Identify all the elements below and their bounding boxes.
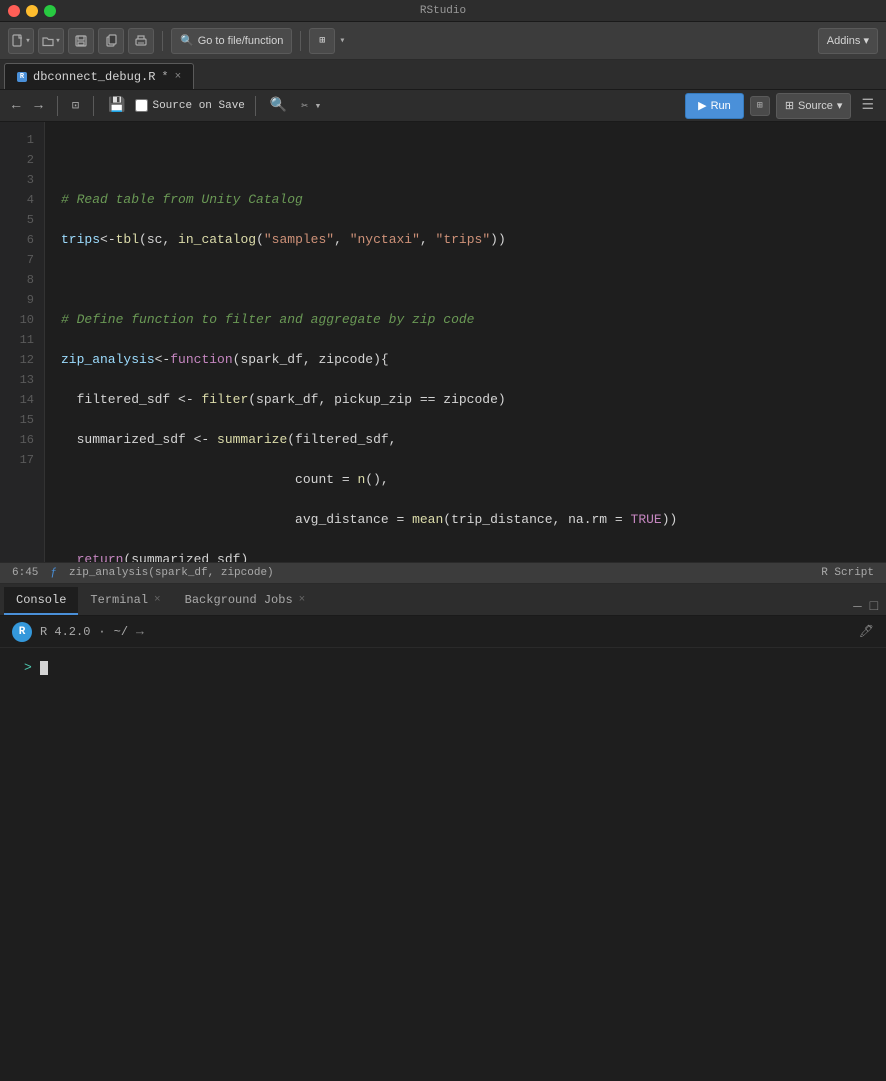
titlebar: RStudio bbox=[0, 0, 886, 22]
print-button[interactable] bbox=[128, 28, 154, 54]
go-to-file-icon: 🔍 bbox=[180, 34, 194, 47]
working-dir-arrow[interactable]: → bbox=[136, 624, 144, 639]
source-on-save-checkbox[interactable] bbox=[135, 99, 148, 112]
code-line-9: count = n(), bbox=[61, 470, 870, 490]
cursor-position: 6:45 bbox=[12, 567, 38, 579]
code-line-5: # Define function to filter and aggregat… bbox=[61, 310, 870, 330]
editor-area: 1 2 3 4 5 6 7 8 9 10 11 12 13 14 15 16 1… bbox=[0, 122, 886, 562]
console-maximize-button[interactable]: □ bbox=[870, 599, 878, 615]
file-tab-dbconnect[interactable]: R dbconnect_debug.R * × bbox=[4, 63, 194, 89]
new-file-button[interactable]: ▾ bbox=[8, 28, 34, 54]
close-button[interactable] bbox=[8, 5, 20, 17]
version-separator: · bbox=[98, 625, 105, 639]
run-button[interactable]: ▶ Run bbox=[685, 93, 744, 119]
code-line-3: trips <- tbl(sc, in_catalog("samples", "… bbox=[61, 230, 870, 250]
separator-2 bbox=[300, 31, 301, 51]
layout-button[interactable]: ⊞ bbox=[309, 28, 335, 54]
function-indicator: ƒ bbox=[50, 567, 57, 579]
console-tabs-left: Console Terminal × Background Jobs × bbox=[4, 587, 317, 615]
console-panel: Console Terminal × Background Jobs × — □… bbox=[0, 584, 886, 1081]
code-line-11: return(summarized_sdf) bbox=[61, 550, 870, 562]
status-bar: 6:45 ƒ zip_analysis(spark_df, zipcode) R… bbox=[0, 562, 886, 584]
console-tab-terminal[interactable]: Terminal × bbox=[78, 587, 172, 615]
file-tab-name: dbconnect_debug.R bbox=[33, 70, 155, 84]
back-button[interactable]: ← bbox=[8, 96, 24, 116]
copy-button[interactable] bbox=[98, 28, 124, 54]
r-version: R 4.2.0 bbox=[40, 625, 90, 639]
go-to-file-button[interactable]: 🔍 Go to file/function bbox=[171, 28, 292, 54]
code-line-4 bbox=[61, 270, 870, 290]
code-editor[interactable]: # Read table from Unity Catalog trips <-… bbox=[45, 122, 886, 562]
console-minimize-button[interactable]: — bbox=[853, 599, 861, 615]
editor-secondary-toolbar: ← → ⊡ 💾 Source on Save 🔍 ✂ ▾ ▶ Run ⊞ ⊞ S… bbox=[0, 90, 886, 122]
working-dir: ~/ bbox=[114, 625, 128, 639]
r-logo: R bbox=[12, 622, 32, 642]
bg-jobs-tab-close[interactable]: × bbox=[299, 594, 306, 606]
line-numbers: 1 2 3 4 5 6 7 8 9 10 11 12 13 14 15 16 1… bbox=[0, 122, 45, 562]
addins-button[interactable]: Addins ▾ bbox=[818, 28, 878, 54]
code-line-2: # Read table from Unity Catalog bbox=[61, 190, 870, 210]
source-on-save-label[interactable]: Source on Save bbox=[135, 99, 244, 112]
source-button[interactable]: ⊞ Source ▾ bbox=[776, 93, 852, 119]
console-tab-background-jobs[interactable]: Background Jobs × bbox=[173, 587, 318, 615]
console-tab-console[interactable]: Console bbox=[4, 587, 78, 615]
forward-button[interactable]: → bbox=[30, 96, 46, 116]
console-header: R R 4.2.0 · ~/ → 🖊 bbox=[0, 616, 886, 648]
code-line-10: avg_distance = mean(trip_distance, na.rm… bbox=[61, 510, 870, 530]
separator-1 bbox=[162, 31, 163, 51]
terminal-tab-close[interactable]: × bbox=[154, 594, 161, 606]
main-toolbar: ▾ ▾ 🔍 Go to file/function ⊞ ▾ A bbox=[0, 22, 886, 60]
file-tab-close-button[interactable]: × bbox=[175, 71, 182, 83]
code-line-7: filtered_sdf <- filter(spark_df, pickup_… bbox=[61, 390, 870, 410]
maximize-button[interactable] bbox=[44, 5, 56, 17]
code-line-1 bbox=[61, 150, 870, 170]
separator-5 bbox=[255, 96, 256, 116]
find-button[interactable]: 🔍 bbox=[266, 95, 291, 116]
window-controls[interactable] bbox=[8, 5, 56, 17]
open-file-button[interactable]: ▾ bbox=[38, 28, 64, 54]
console-content[interactable]: > bbox=[0, 648, 886, 1081]
run-arrow-button[interactable]: ⊞ bbox=[750, 96, 770, 116]
save-button[interactable] bbox=[68, 28, 94, 54]
current-function: zip_analysis(spark_df, zipcode) bbox=[69, 567, 274, 579]
show-in-files-button[interactable]: ⊡ bbox=[68, 96, 83, 115]
prompt-symbol: > bbox=[24, 660, 32, 675]
console-prompt-line: > bbox=[12, 656, 874, 679]
console-tabs-right: — □ bbox=[845, 599, 886, 615]
editor-save-button[interactable]: 💾 bbox=[104, 95, 129, 116]
file-tabs: R dbconnect_debug.R * × bbox=[0, 60, 886, 90]
console-tabs: Console Terminal × Background Jobs × — □ bbox=[0, 584, 886, 616]
cursor bbox=[40, 661, 48, 675]
code-line-8: summarized_sdf <- summarize(filtered_sdf… bbox=[61, 430, 870, 450]
code-line-6: zip_analysis <- function(spark_df, zipco… bbox=[61, 350, 870, 370]
app-title: RStudio bbox=[420, 5, 466, 17]
separator-4 bbox=[93, 96, 94, 116]
code-tools-button[interactable]: ✂ ▾ bbox=[297, 97, 325, 115]
console-clear-button[interactable]: 🖊 bbox=[859, 624, 874, 639]
options-button[interactable]: ☰ bbox=[857, 95, 878, 116]
minimize-button[interactable] bbox=[26, 5, 38, 17]
file-type: R Script bbox=[821, 567, 874, 579]
r-file-icon: R bbox=[17, 72, 27, 82]
separator-3 bbox=[57, 96, 58, 116]
source-icon: ⊞ bbox=[785, 99, 794, 112]
file-modified-indicator: * bbox=[161, 70, 168, 84]
run-icon: ▶ bbox=[698, 99, 706, 112]
